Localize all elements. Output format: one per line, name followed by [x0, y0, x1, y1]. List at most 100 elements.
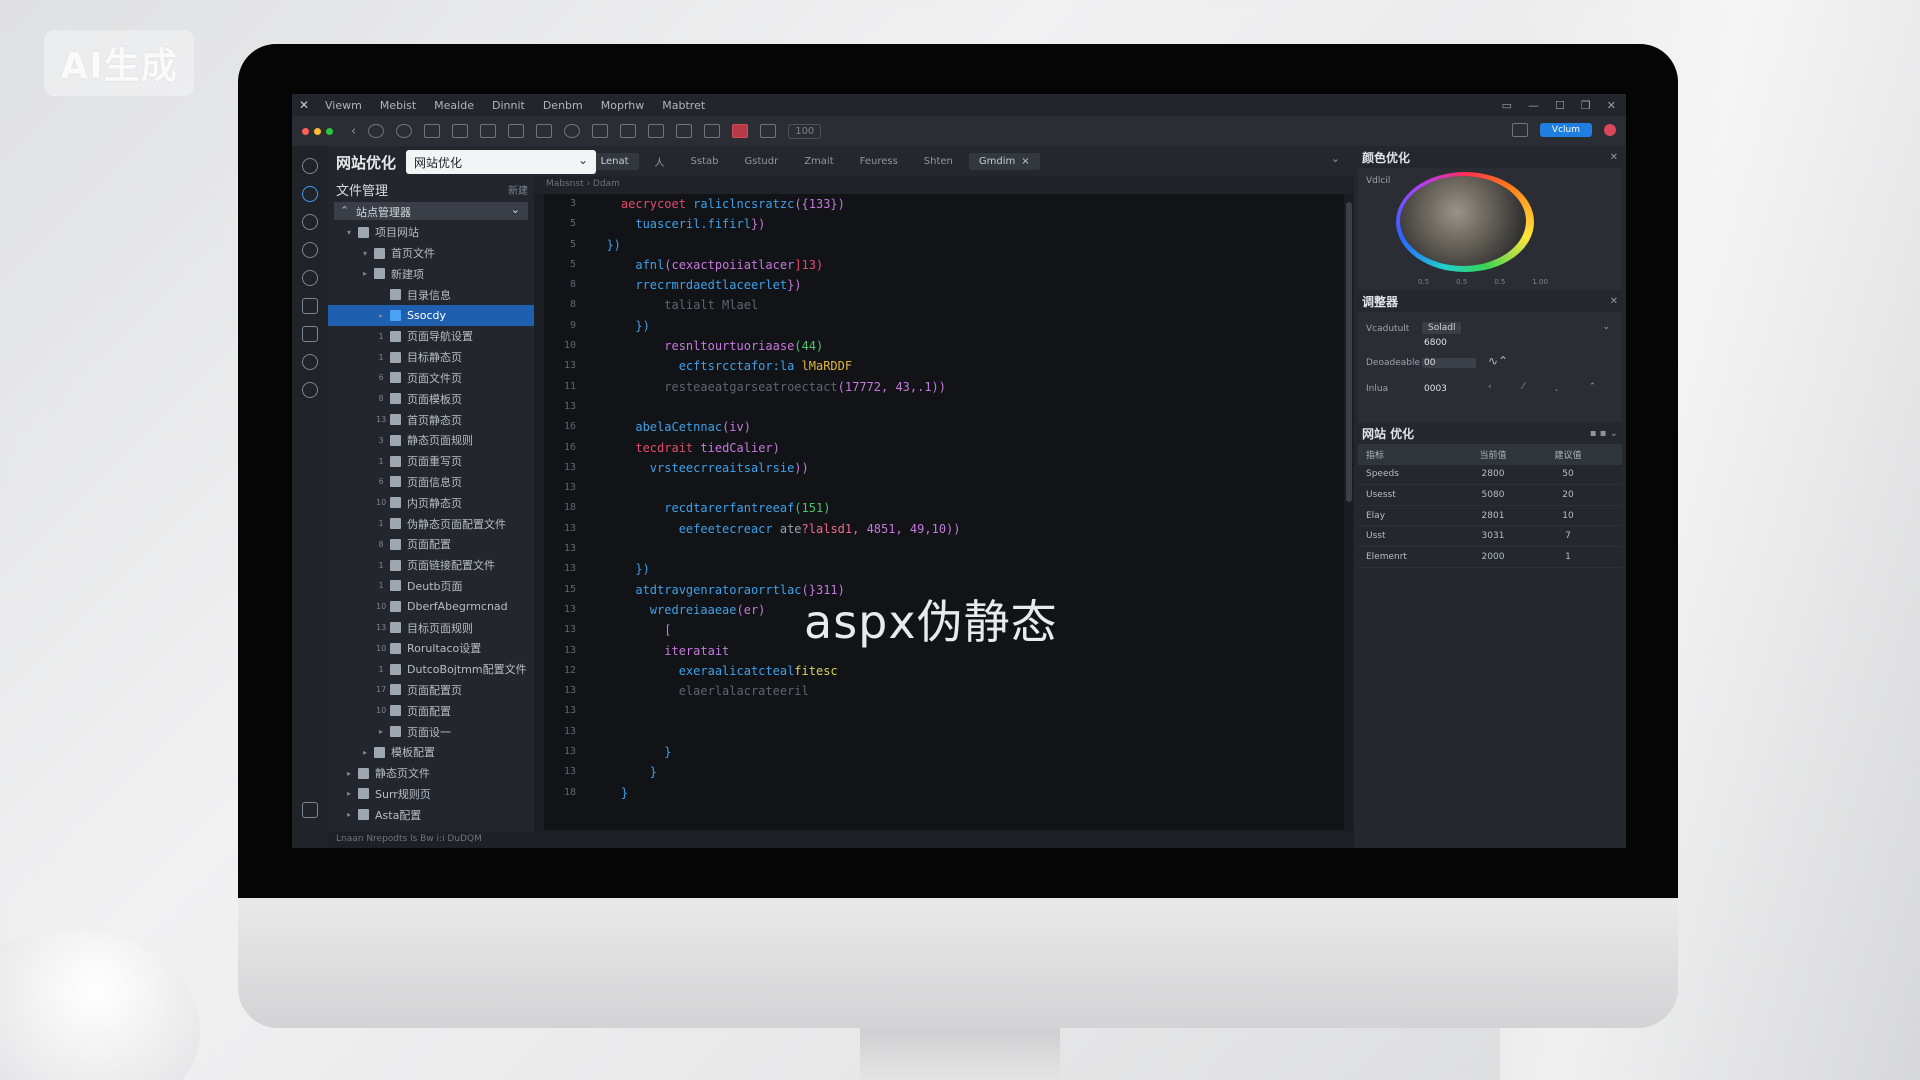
adjust-row1-dropdown[interactable]: Soladl: [1422, 322, 1462, 334]
menu-item[interactable]: Denbm: [534, 99, 592, 112]
code-line[interactable]: exeraalicatctealfitesc: [592, 661, 1332, 681]
tree-item[interactable]: 1 目标静态页: [328, 347, 534, 368]
tree-arrow-icon[interactable]: 6: [376, 373, 386, 382]
editor-tab[interactable]: Sstab: [681, 153, 729, 170]
tree-item[interactable]: 1 页面链接配置文件: [328, 555, 534, 576]
chat-icon[interactable]: [302, 270, 318, 286]
code-line[interactable]: ecftsrcctafor:la lMaRDDF: [592, 356, 1332, 376]
tree-item[interactable]: 10 Rorultaco设置: [328, 638, 534, 659]
tree-arrow-icon[interactable]: ▸: [376, 727, 386, 736]
plugin-icon[interactable]: [302, 382, 318, 398]
collapse-icon[interactable]: ▭: [1502, 99, 1512, 112]
code-line[interactable]: [592, 701, 1332, 721]
tree-arrow-icon[interactable]: 13: [376, 623, 386, 632]
code-line[interactable]: tuasceril.fifirl}): [592, 214, 1332, 234]
tree-item[interactable]: 1 页面导航设置: [328, 326, 534, 347]
tree-arrow-icon[interactable]: 6: [376, 477, 386, 486]
image-icon[interactable]: [424, 124, 441, 138]
code-line[interactable]: }): [592, 559, 1332, 579]
code-line[interactable]: talialt Mlael: [592, 295, 1332, 315]
tree-item[interactable]: 1 Deutb页面: [328, 576, 534, 597]
tree-item[interactable]: ▸ 页面设一: [328, 721, 534, 742]
yellow-dot-icon[interactable]: [314, 127, 321, 135]
code-line[interactable]: [592, 397, 1332, 417]
code-line[interactable]: [592, 539, 1332, 559]
tree-item[interactable]: ▸ Asta配置: [328, 804, 534, 825]
files-icon[interactable]: [302, 186, 318, 202]
tree-item[interactable]: 3 静态页面规则: [328, 430, 534, 451]
chart-icon[interactable]: [648, 124, 665, 138]
code-line[interactable]: }: [592, 783, 1332, 803]
table-icon[interactable]: [302, 298, 318, 314]
account-icon[interactable]: [302, 802, 318, 818]
tree-arrow-icon[interactable]: 1: [376, 561, 386, 570]
tree-arrow-icon[interactable]: ▾: [360, 249, 370, 258]
tree-arrow-icon[interactable]: ▸: [376, 311, 386, 320]
zoom-level[interactable]: 100: [788, 123, 822, 139]
code-line[interactable]: resnltourtuoriaase(44): [592, 336, 1332, 356]
editor-tab[interactable]: Shten: [914, 153, 963, 170]
tree-item[interactable]: 8 页面配置: [328, 534, 534, 555]
tree-item[interactable]: ▸ 静态页文件: [328, 763, 534, 784]
tree-arrow-icon[interactable]: 10: [376, 706, 386, 715]
user-icon[interactable]: [564, 124, 581, 138]
tree-arrow-icon[interactable]: 3: [376, 436, 386, 445]
code-line[interactable]: recdtarerfantreeaf(151): [592, 498, 1332, 518]
code-editor[interactable]: 3 5 5 5 8 8 9 10 13 11 13 16 16 13 13 18 13 13 13 15 13 13 13 1…: [544, 194, 1344, 830]
code-line[interactable]: }: [592, 762, 1332, 782]
tree-arrow-icon[interactable]: 1: [376, 332, 386, 341]
settings-icon[interactable]: [302, 242, 318, 258]
code-line[interactable]: [592, 478, 1332, 498]
editor-tab[interactable]: Lenat: [590, 152, 639, 170]
tree-item[interactable]: 1 伪静态页面配置文件: [328, 513, 534, 534]
table-row[interactable]: Speeds 2800 50: [1358, 465, 1622, 486]
table-row[interactable]: Elemenrt 2000 1: [1358, 547, 1622, 568]
bell-icon[interactable]: [302, 326, 318, 342]
editor-tab[interactable]: Feuress: [850, 153, 908, 170]
code-content[interactable]: aecrycoet raliclncsratzc({133}) tuasceri…: [592, 194, 1332, 803]
restore-icon[interactable]: ❐: [1581, 99, 1591, 112]
code-line[interactable]: tecdrait tiedCalier): [592, 438, 1332, 458]
menu-item[interactable]: Dinnit: [483, 99, 534, 112]
tree-arrow-icon[interactable]: ▸: [360, 269, 370, 278]
tree-item[interactable]: ▾ 首页文件: [328, 243, 534, 264]
message-icon[interactable]: [704, 124, 721, 138]
tree-arrow-icon[interactable]: 13: [376, 415, 386, 424]
editor-scrollbar[interactable]: [1344, 194, 1354, 830]
curve-icon[interactable]: ∿⌃: [1488, 354, 1508, 368]
tree-item[interactable]: ▸ Ssocdy: [328, 305, 534, 326]
record-icon[interactable]: [732, 124, 749, 138]
code-line[interactable]: abelaCetnnac(iv): [592, 417, 1332, 437]
tree-item[interactable]: ▾ 项目网站: [328, 222, 534, 243]
tree-item[interactable]: 目录信息: [328, 284, 534, 305]
panel-icon[interactable]: [620, 124, 637, 138]
pen-icon[interactable]: [452, 124, 469, 138]
maximize-icon[interactable]: ☐: [1555, 99, 1565, 112]
tree-arrow-icon[interactable]: 10: [376, 602, 386, 611]
brush-icon[interactable]: [676, 124, 693, 138]
tree-arrow-icon[interactable]: 1: [376, 665, 386, 674]
chevron-down-icon[interactable]: ⌄: [1602, 322, 1610, 332]
tree-item[interactable]: 13 目标页面规则: [328, 617, 534, 638]
align-icon[interactable]: ‹ ⁄ ‸ ⌃: [1488, 382, 1610, 392]
color-wheel[interactable]: [1396, 172, 1534, 272]
table-panel-menu-icon[interactable]: ▪ ▪ ⌄: [1590, 428, 1618, 439]
menu-item[interactable]: Viewm: [316, 99, 371, 112]
tree-item[interactable]: ▸ 模板配置: [328, 742, 534, 763]
tree-item[interactable]: 13 首页静态页: [328, 409, 534, 430]
tree-arrow-icon[interactable]: ▸: [360, 748, 370, 757]
editor-tab[interactable]: Gstudr: [735, 153, 789, 170]
tree-item[interactable]: 6 页面文件页: [328, 368, 534, 389]
table-row[interactable]: Usesst 5080 20: [1358, 485, 1622, 506]
tree-item[interactable]: 1 页面重写页: [328, 451, 534, 472]
code-line[interactable]: }): [592, 235, 1332, 255]
tree-arrow-icon[interactable]: 10: [376, 644, 386, 653]
menu-item[interactable]: Mealde: [425, 99, 483, 112]
tree-arrow-icon[interactable]: 1: [376, 353, 386, 362]
tree-arrow-icon[interactable]: 1: [376, 581, 386, 590]
search-icon[interactable]: [302, 354, 318, 370]
red-dot-icon[interactable]: [302, 127, 309, 135]
code-line[interactable]: [592, 722, 1332, 742]
tree-arrow-icon[interactable]: 17: [376, 685, 386, 694]
table-row[interactable]: Elay 2801 10: [1358, 506, 1622, 527]
